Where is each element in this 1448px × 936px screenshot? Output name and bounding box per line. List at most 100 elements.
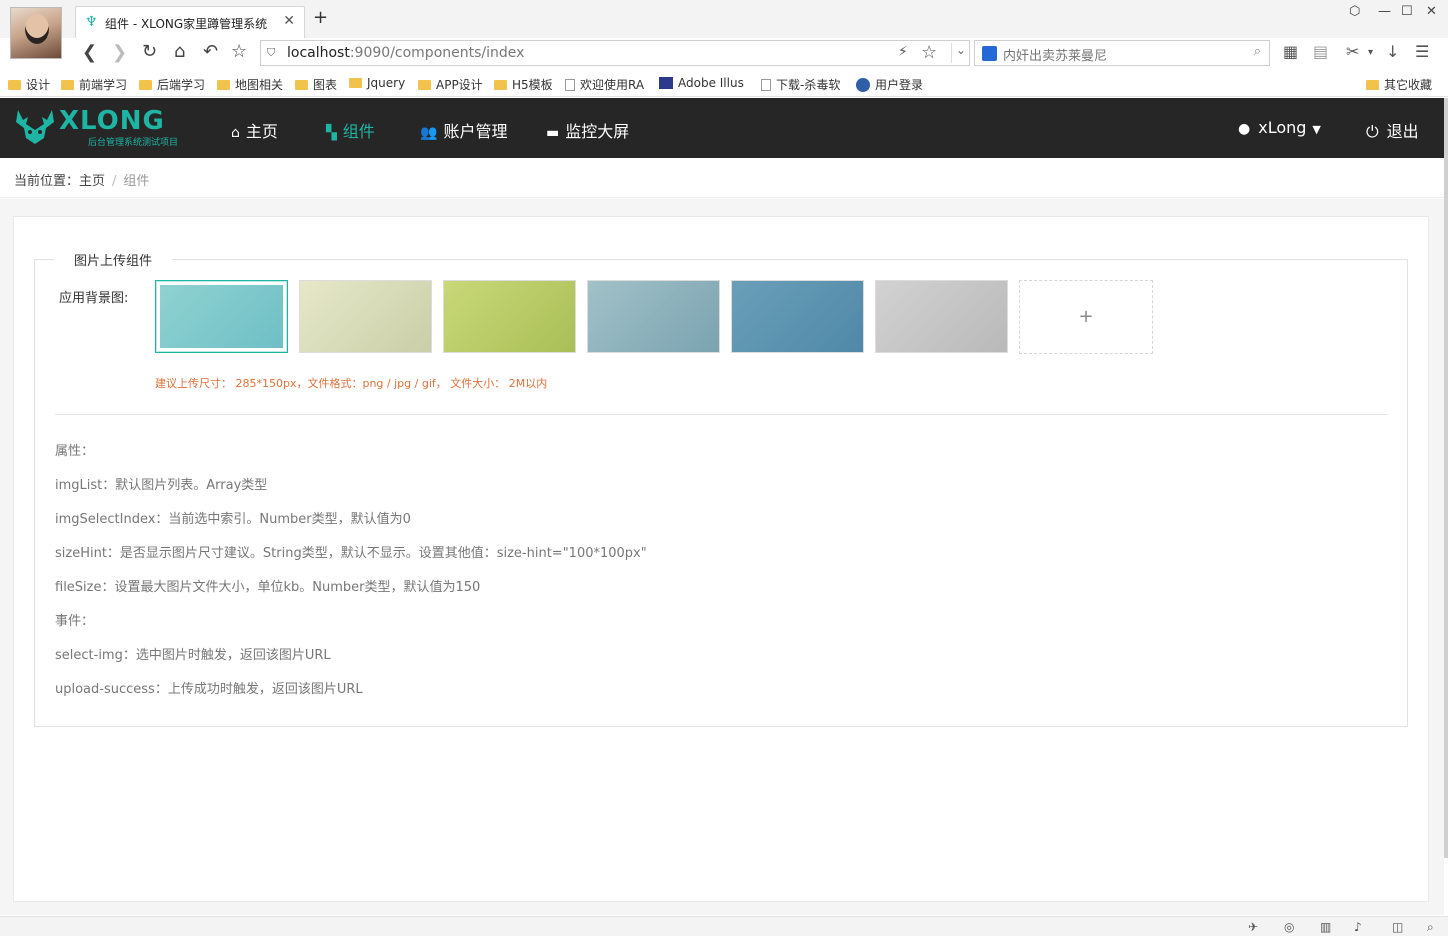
bookmark-item[interactable]: H5模板 bbox=[494, 76, 553, 93]
folder-icon bbox=[295, 80, 308, 90]
tab-close-icon[interactable]: ✕ bbox=[283, 13, 295, 29]
rp-extension-icon[interactable]: ▤ bbox=[1313, 42, 1328, 61]
bookmark-item[interactable]: 欢迎使用RA bbox=[565, 76, 644, 93]
nav-components[interactable]: ▚ 组件 bbox=[326, 118, 375, 142]
site-info-icon[interactable]: ⛉ bbox=[267, 46, 275, 60]
bookmark-item[interactable]: Adobe Illus bbox=[659, 76, 744, 90]
search-input[interactable]: 内奸出卖苏莱曼尼 bbox=[1003, 45, 1107, 64]
screenshot-icon[interactable]: ✂ bbox=[1346, 42, 1359, 61]
folder-icon bbox=[8, 80, 21, 90]
url-text[interactable]: localhost:9090/components/index bbox=[287, 45, 524, 61]
close-window-icon[interactable]: ✕ bbox=[1426, 4, 1437, 19]
nav-monitor[interactable]: ▬ 监控大屏 bbox=[546, 118, 629, 142]
bookmark-star-icon[interactable]: ☆ bbox=[921, 42, 937, 63]
users-icon: 👥 bbox=[420, 125, 438, 141]
upload-size-hint: 建议上传尺寸： 285*150px，文件格式：png / jpg / gif， … bbox=[155, 377, 548, 390]
bookmark-label: 设计 bbox=[26, 78, 51, 92]
doc-line: 属性： bbox=[55, 444, 95, 459]
page-scrollbar[interactable] bbox=[1444, 98, 1448, 858]
page-icon bbox=[565, 79, 575, 91]
logout-button[interactable]: ⏻ 退出 bbox=[1366, 118, 1419, 142]
other-bookmarks[interactable]: 其它收藏 bbox=[1366, 76, 1432, 93]
bookmark-label: 下载-杀毒软 bbox=[776, 78, 841, 92]
volume-icon[interactable]: ♪ bbox=[1354, 920, 1362, 934]
deer-logo-icon[interactable] bbox=[14, 108, 56, 146]
bookmark-item[interactable]: 设计 bbox=[8, 76, 50, 93]
bookmark-item[interactable]: 用户登录 bbox=[856, 76, 923, 93]
zoom-icon[interactable]: ⌕ bbox=[1427, 920, 1434, 935]
logo-text[interactable]: XLONG bbox=[59, 106, 165, 136]
screenshot-dropdown-icon[interactable]: ▾ bbox=[1368, 47, 1373, 58]
apps-icon[interactable]: ▦ bbox=[1283, 42, 1298, 61]
breadcrumb-bar: 当前位置：主页 / 组件 bbox=[0, 158, 1444, 198]
background-thumbnail[interactable] bbox=[875, 280, 1008, 353]
minimize-icon[interactable]: — bbox=[1378, 4, 1391, 19]
background-thumbnail[interactable] bbox=[155, 280, 288, 353]
other-bookmarks-label: 其它收藏 bbox=[1384, 78, 1433, 92]
thumbnail-image bbox=[444, 281, 575, 352]
url-dropdown-icon[interactable]: ⌄ bbox=[951, 43, 966, 63]
background-thumbnail[interactable] bbox=[443, 280, 576, 353]
folder-icon bbox=[61, 80, 74, 90]
chevron-down-icon: ▼ bbox=[1312, 123, 1321, 136]
bookmark-label: Adobe Illus bbox=[678, 76, 744, 90]
plus-icon: + bbox=[1078, 306, 1094, 327]
thumbnail-image bbox=[160, 285, 283, 348]
bookmark-item[interactable]: 图表 bbox=[295, 76, 337, 93]
nav-accounts[interactable]: 👥 账户管理 bbox=[420, 118, 507, 142]
user-menu[interactable]: ● xLong ▼ bbox=[1238, 118, 1321, 137]
skin-icon[interactable]: ⬡ bbox=[1349, 4, 1360, 19]
breadcrumb-current: 组件 bbox=[123, 174, 150, 189]
nav-accounts-label: 账户管理 bbox=[443, 122, 508, 141]
background-thumbnail[interactable] bbox=[731, 280, 864, 353]
breadcrumb: 当前位置：主页 / 组件 bbox=[14, 170, 149, 189]
window-icon[interactable]: ◫ bbox=[1392, 920, 1403, 934]
globe-icon bbox=[856, 78, 870, 92]
undo-close-icon[interactable]: ↶ bbox=[203, 41, 218, 63]
search-box[interactable]: 内奸出卖苏莱曼尼 ⌕ bbox=[974, 40, 1270, 66]
folder-icon bbox=[494, 80, 507, 90]
bookmark-item[interactable]: 后端学习 bbox=[139, 76, 205, 93]
new-tab-button[interactable]: + bbox=[313, 9, 328, 27]
breadcrumb-separator: / bbox=[112, 174, 117, 189]
back-icon[interactable]: ❮ bbox=[82, 42, 97, 64]
doc-line: select-img：选中图片时触发，返回该图片URL bbox=[55, 648, 331, 663]
grid-icon: ▚ bbox=[326, 125, 337, 141]
user-name: xLong bbox=[1258, 118, 1307, 137]
menu-icon[interactable]: ☰ bbox=[1415, 42, 1429, 61]
browser-tab[interactable]: ♆ 组件 - XLONG家里蹲管理系统 ✕ bbox=[75, 6, 305, 38]
bookmark-item[interactable]: 地图相关 bbox=[217, 76, 283, 93]
folder-icon bbox=[217, 80, 230, 90]
breadcrumb-home[interactable]: 主页 bbox=[79, 174, 105, 189]
accelerate-icon[interactable]: ◎ bbox=[1284, 920, 1294, 934]
bookmark-item[interactable]: 下载-杀毒软 bbox=[761, 76, 840, 93]
reload-icon[interactable]: ↻ bbox=[142, 41, 157, 63]
download-icon[interactable]: ↓ bbox=[1386, 42, 1399, 61]
browser-profile-avatar[interactable] bbox=[10, 7, 62, 59]
adobe-icon bbox=[659, 77, 673, 89]
home-browser-icon[interactable]: ⌂ bbox=[174, 41, 185, 63]
bookmark-item[interactable]: APP设计 bbox=[418, 76, 483, 93]
trash-icon[interactable]: ▥ bbox=[1320, 920, 1331, 934]
tab-title: 组件 - XLONG家里蹲管理系统 bbox=[105, 17, 268, 31]
flash-icon[interactable]: ⚡ bbox=[898, 44, 908, 60]
add-image-button[interactable]: + bbox=[1019, 280, 1153, 354]
nav-home-label: 主页 bbox=[245, 122, 278, 141]
doc-line: imgList：默认图片列表。Array类型 bbox=[55, 478, 268, 493]
search-icon[interactable]: ⌕ bbox=[1254, 44, 1261, 59]
pin-icon[interactable]: ✈ bbox=[1248, 920, 1258, 934]
folder-icon bbox=[349, 78, 362, 88]
bookmark-item[interactable]: 前端学习 bbox=[61, 76, 127, 93]
nav-home[interactable]: ⌂ 主页 bbox=[231, 118, 278, 142]
monitor-icon: ▬ bbox=[546, 125, 560, 141]
forward-icon[interactable]: ❯ bbox=[112, 42, 127, 64]
background-field-label: 应用背景图: bbox=[59, 291, 129, 306]
doc-line: 事件： bbox=[55, 614, 95, 629]
bookmark-item[interactable]: Jquery bbox=[349, 76, 405, 90]
background-thumbnail[interactable] bbox=[299, 280, 432, 353]
background-thumbnail[interactable] bbox=[587, 280, 720, 353]
address-bar[interactable]: ⛉ localhost:9090/components/index ⚡ ☆ ⌄ bbox=[260, 40, 970, 66]
maximize-icon[interactable]: ☐ bbox=[1401, 4, 1413, 19]
favorites-icon[interactable]: ☆ bbox=[231, 41, 247, 63]
search-engine-icon[interactable] bbox=[982, 46, 997, 61]
